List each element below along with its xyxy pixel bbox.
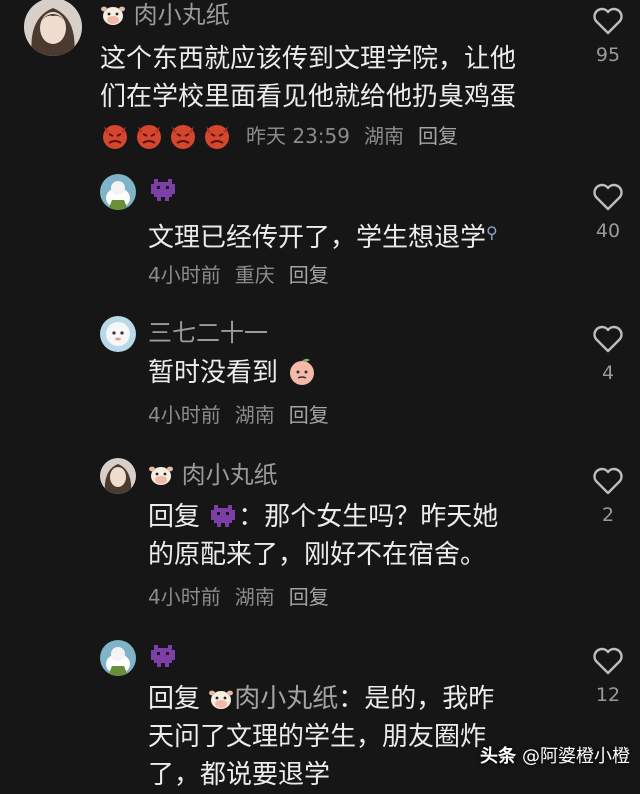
comment-author[interactable]: 肉小丸纸 <box>100 0 230 30</box>
reply-prefix: 回复 <box>148 684 201 714</box>
avatar-girl[interactable] <box>24 0 82 56</box>
comment-time: 4小时前 <box>148 585 221 609</box>
comment-2: 文理已经传开了，学生想退学⚲ 4小时前 重庆 回复 40 <box>0 170 640 300</box>
comment-text-line: 这个东西就应该传到文理学院，让他 <box>100 44 517 74</box>
watermark-text: @阿婆橙小橙 <box>522 746 630 767</box>
comment-meta: 昨天 23:59 湖南 回复 <box>100 120 472 150</box>
reply-prefix: 回复 <box>148 502 201 532</box>
author-name: 肉小丸纸 <box>181 461 278 489</box>
comment-text: 回复 肉小丸纸：是的，我昨 天问了文理的学生，朋友圈炸 了，都说要退学 <box>148 680 494 794</box>
author-name: 肉小丸纸 <box>133 1 230 29</box>
comment-text: 回复 ：那个女生吗？昨天她 的原配来了，刚好不在宿舍。 <box>148 498 498 574</box>
cow-icon <box>209 690 234 709</box>
alien-monster-icon <box>211 505 236 527</box>
heart-icon <box>593 467 623 495</box>
comment-text-line: 回复 肉小丸纸：是的，我昨 <box>148 680 494 718</box>
like-button[interactable]: 4 <box>588 324 628 384</box>
comment-meta: 4小时前 湖南 回复 <box>148 402 343 428</box>
heart-icon <box>593 183 623 211</box>
search-icon[interactable]: ⚲ <box>486 223 498 242</box>
like-button[interactable]: 95 <box>588 6 628 66</box>
reply-button[interactable]: 回复 <box>418 124 458 148</box>
like-count: 2 <box>601 504 615 526</box>
angry-devil-icon <box>205 125 229 149</box>
alien-monster-icon <box>151 179 175 201</box>
girl-avatar-icon <box>24 0 82 56</box>
peach-face-icon <box>290 358 315 385</box>
goat-avatar-icon <box>100 174 136 210</box>
comment-text-line: 们在学校里面看见他就给他扔臭鸡蛋 <box>100 82 517 112</box>
avatar-sheep[interactable] <box>100 316 136 352</box>
comment-meta: 4小时前 湖南 回复 <box>148 584 343 610</box>
heart-icon <box>593 7 623 35</box>
cow-icon <box>101 6 125 25</box>
like-count: 40 <box>595 220 621 242</box>
sheep-avatar-icon <box>100 316 136 352</box>
comment-text-line: 的原配来了，刚好不在宿舍。 <box>148 540 487 570</box>
comment-3: 三七二十一 暂时没看到 4小时前 湖南 回复 4 <box>0 312 640 442</box>
comment-text: 这个东西就应该传到文理学院，让他 们在学校里面看见他就给他扔臭鸡蛋 <box>100 40 516 116</box>
comment-4: 肉小丸纸 回复 ：那个女生吗？昨天她 的原配来了，刚好不在宿舍。 4小时前 湖南回… <box>0 454 640 624</box>
comment-author[interactable]: 三七二十一 <box>148 318 268 348</box>
comment-text-line: 天问了文理的学生，朋友圈炸 <box>148 722 487 752</box>
comment-text: 暂时没看到 <box>148 354 318 392</box>
cow-icon <box>149 466 173 485</box>
like-button[interactable]: 40 <box>588 182 628 242</box>
mention-link[interactable]: 肉小丸纸 <box>234 684 338 714</box>
watermark: 头条 @阿婆橙小橙 <box>480 742 630 768</box>
author-name: 三七二十一 <box>148 319 268 347</box>
comment-location: 湖南 <box>234 585 275 609</box>
like-button[interactable]: 12 <box>588 646 628 706</box>
watermark-logo: 头条 <box>480 746 516 767</box>
comment-location: 重庆 <box>234 263 275 287</box>
comment-time: 4小时前 <box>148 263 221 287</box>
girl-avatar-icon <box>100 458 136 494</box>
comment-text-line: 了，都说要退学 <box>148 760 331 790</box>
comment-location: 湖南 <box>234 403 275 427</box>
reply-button[interactable]: 回复 <box>289 403 329 427</box>
reply-button[interactable]: 回复 <box>289 585 329 609</box>
comment-text: 文理已经传开了，学生想退学⚲ <box>148 214 498 257</box>
comment-text-part: ：那个女生吗？昨天她 <box>238 502 499 532</box>
comment-author[interactable]: 肉小丸纸 <box>148 460 278 490</box>
comment-time: 昨天 23:59 <box>246 124 350 148</box>
heart-icon <box>593 647 623 675</box>
avatar-goat[interactable] <box>100 174 136 210</box>
comment-text-line: 回复 ：那个女生吗？昨天她 <box>148 498 498 536</box>
comment-author[interactable] <box>148 642 178 672</box>
comment-text-part: ：是的，我昨 <box>338 684 495 714</box>
comment-location: 湖南 <box>364 124 404 148</box>
alien-monster-icon <box>151 645 175 667</box>
angry-devil-icon <box>103 125 127 149</box>
angry-devil-icon <box>171 125 195 149</box>
comment-text-line: 文理已经传开了，学生想退学 <box>148 223 487 253</box>
like-count: 12 <box>595 684 621 706</box>
comment-text-line: 暂时没看到 <box>148 358 279 388</box>
like-count: 95 <box>595 44 621 66</box>
avatar-goat[interactable] <box>100 640 136 676</box>
reply-button[interactable]: 回复 <box>289 263 329 287</box>
comment-time: 4小时前 <box>148 403 221 427</box>
heart-icon <box>593 325 623 353</box>
goat-avatar-icon <box>100 640 136 676</box>
like-count: 4 <box>601 362 615 384</box>
comment-meta: 4小时前 重庆 回复 <box>148 262 343 288</box>
angry-devil-icon <box>137 125 161 149</box>
avatar-girl[interactable] <box>100 458 136 494</box>
comment-1: 肉小丸纸 这个东西就应该传到文理学院，让他 们在学校里面看见他就给他扔臭鸡蛋 昨… <box>0 0 640 160</box>
comment-author[interactable] <box>148 176 178 206</box>
like-button[interactable]: 2 <box>588 466 628 526</box>
